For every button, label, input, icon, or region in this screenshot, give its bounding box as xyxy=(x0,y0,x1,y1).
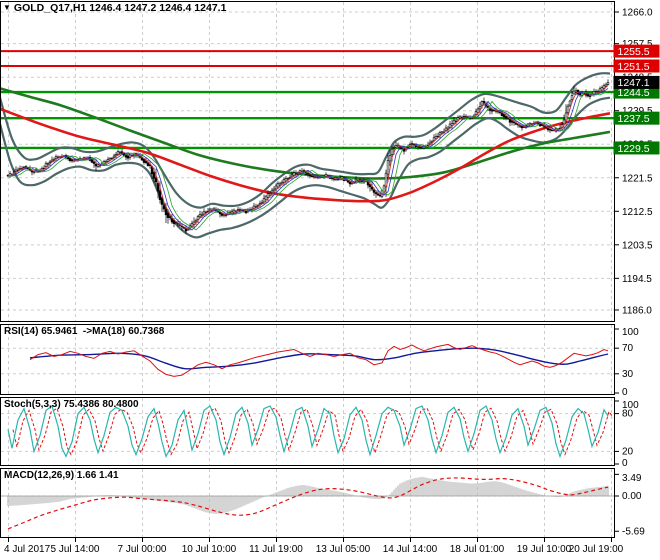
svg-text:1229.5: 1229.5 xyxy=(618,143,650,155)
svg-text:1247.1: 1247.1 xyxy=(618,77,650,89)
svg-text:80: 80 xyxy=(622,409,634,420)
svg-text:4 Jul 2017: 4 Jul 2017 xyxy=(4,544,51,555)
stoch-indicator-label: Stoch(5,3,3) 75.4386 80.4800 xyxy=(4,399,139,410)
svg-text:13 Jul 05:00: 13 Jul 05:00 xyxy=(316,544,371,555)
svg-text:1194.5: 1194.5 xyxy=(622,274,652,285)
rsi-indicator-label: RSI(14) 65.9461 ->MA(18) 60.7368 xyxy=(4,326,165,337)
svg-text:7 Jul 00:00: 7 Jul 00:00 xyxy=(118,544,167,555)
svg-text:10 Jul 10:00: 10 Jul 10:00 xyxy=(182,544,237,555)
trading-chart-window: 1266.01257.51248.51239.51230.51221.51212… xyxy=(0,0,660,560)
symbol-period-label: GOLD_Q17,H1 xyxy=(13,2,87,14)
svg-text:30: 30 xyxy=(622,369,634,380)
svg-text:18 Jul 01:00: 18 Jul 01:00 xyxy=(450,544,505,555)
svg-text:5 Jul 14:00: 5 Jul 14:00 xyxy=(51,544,100,555)
svg-text:1203.5: 1203.5 xyxy=(622,240,653,251)
svg-text:1266.0: 1266.0 xyxy=(622,8,653,19)
svg-text:3.49: 3.49 xyxy=(622,473,642,484)
svg-text:19 Jul 10:00: 19 Jul 10:00 xyxy=(517,544,572,555)
symbol-title: ▼ GOLD_Q17,H1 1246.4 1247.2 1246.4 1247.1 xyxy=(3,2,226,14)
svg-text:1255.5: 1255.5 xyxy=(618,46,650,58)
svg-text:0: 0 xyxy=(622,458,628,469)
svg-text:0: 0 xyxy=(622,387,628,398)
svg-text:1221.5: 1221.5 xyxy=(622,173,653,184)
svg-text:14 Jul 14:00: 14 Jul 14:00 xyxy=(383,544,438,555)
svg-text:1186.0: 1186.0 xyxy=(622,306,652,317)
macd-indicator-label: MACD(12,26,9) 1.66 1.41 xyxy=(4,470,119,481)
svg-text:1237.5: 1237.5 xyxy=(618,113,650,125)
svg-text:70: 70 xyxy=(622,343,634,354)
svg-text:11 Jul 19:00: 11 Jul 19:00 xyxy=(249,544,303,555)
chevron-down-icon[interactable]: ▼ xyxy=(3,3,11,12)
ohlc-readout: 1246.4 1247.2 1246.4 1247.1 xyxy=(89,2,227,14)
svg-text:20 Jul 19:00: 20 Jul 19:00 xyxy=(569,544,624,555)
svg-text:1212.5: 1212.5 xyxy=(622,207,653,218)
svg-text:100: 100 xyxy=(622,327,639,338)
svg-text:1251.5: 1251.5 xyxy=(618,61,650,73)
svg-text:0.00: 0.00 xyxy=(622,491,642,502)
svg-text:20: 20 xyxy=(622,446,634,457)
svg-text:-5.69: -5.69 xyxy=(622,526,645,537)
